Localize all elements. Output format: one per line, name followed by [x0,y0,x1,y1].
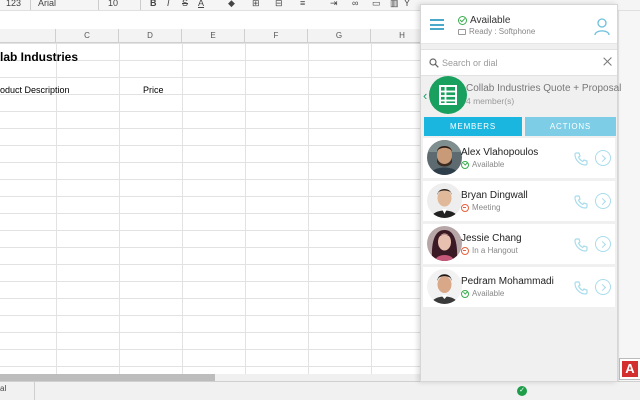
toolbar-divider [30,0,31,10]
chart-icon[interactable]: ▥ [390,0,399,9]
chevron-right-icon[interactable] [595,193,611,209]
borders-icon[interactable]: ⊞ [252,0,260,9]
column-header[interactable]: C [56,29,119,43]
toolbar-divider [98,0,99,10]
chevron-right-icon[interactable] [595,150,611,166]
available-check-icon [458,16,467,25]
search-icon [429,58,439,68]
avatar [427,226,462,261]
avatar [427,269,462,304]
price-header-cell[interactable]: Price [143,85,164,95]
dialer-header: Available Ready : Softphone [421,5,617,44]
busy-status-icon [461,246,469,255]
member-row[interactable]: Bryan Dingwall Meeting [423,181,615,221]
sync-status-icon: ✓ [517,386,527,396]
sheet-tab[interactable]: al [0,384,6,393]
filter-icon[interactable]: Y [404,0,410,8]
tab-actions[interactable]: ACTIONS [525,117,616,136]
member-name: Bryan Dingwall [461,190,528,201]
member-row[interactable]: Pedram Mohammadi Available [423,267,615,307]
sheet-bottom-bar [0,381,640,400]
sheet-tab-divider [34,381,35,400]
member-name: Alex Vlahopoulos [461,147,539,158]
comment-icon[interactable]: ▭ [372,0,381,9]
bold-icon[interactable]: B [150,0,157,8]
column-header-b[interactable] [0,29,56,43]
column-header[interactable]: G [308,29,371,43]
column-header[interactable]: F [245,29,308,43]
clear-search-icon[interactable] [603,57,612,66]
search-input[interactable] [442,55,592,71]
italic-icon[interactable]: I [167,0,170,8]
member-status: Available [472,160,505,169]
member-row[interactable]: Alex Vlahopoulos Available [423,138,615,178]
presence-status-label: Available [470,15,511,26]
member-name: Pedram Mohammadi [461,276,554,287]
member-status: Meeting [472,203,501,212]
column-header[interactable]: E [182,29,245,43]
strikethrough-icon[interactable]: S [182,0,188,8]
back-chevron-icon[interactable]: ‹ [423,88,433,104]
toolbar-divider [140,0,141,10]
wrap-icon[interactable]: ⇥ [330,0,338,9]
sheet-title-cell[interactable]: lab Industries [0,50,78,64]
busy-status-icon [461,203,469,212]
available-status-icon [461,289,469,298]
presence-status[interactable]: Available Ready : Softphone [458,15,535,36]
phone-call-icon[interactable] [573,151,589,167]
member-name: Jessie Chang [461,233,522,244]
horizontal-scroll-thumb[interactable] [0,374,215,381]
presence-substatus: Ready : Softphone [469,27,536,36]
chevron-right-icon[interactable] [595,236,611,252]
vertical-scrollbar[interactable] [618,11,640,381]
merge-icon[interactable]: ⊟ [275,0,283,9]
available-status-icon [461,160,469,169]
member-status: In a Hangout [472,246,518,255]
avatar [427,140,462,175]
search-bar [421,49,617,76]
user-profile-icon[interactable] [594,18,610,36]
member-row[interactable]: Jessie Chang In a Hangout [423,224,615,264]
column-header[interactable]: D [119,29,182,43]
fill-color-icon[interactable]: ◆ [228,0,235,9]
font-family-select[interactable]: Arial [38,0,56,8]
phone-call-icon[interactable] [573,237,589,253]
align-icon[interactable]: ≡ [300,0,305,8]
text-color-icon[interactable]: A [198,0,204,8]
spreadsheet-group-icon [429,76,467,114]
dialer-panel: Available Ready : Softphone Search or di… [420,4,621,382]
phone-call-icon[interactable] [573,194,589,210]
dialer-app-launcher-icon[interactable]: A [619,358,640,380]
chevron-right-icon[interactable] [595,279,611,295]
hamburger-menu-icon[interactable] [430,19,444,30]
number-format-button[interactable]: 123 [6,0,21,8]
member-status: Available [472,289,505,298]
description-header-cell[interactable]: oduct Description [0,85,70,95]
member-list: Alex Vlahopoulos Available Bryan Dingwal… [423,138,615,310]
softphone-icon [458,28,466,35]
group-name: Collab Industries Quote + Proposal [466,83,622,94]
group-member-count: 4 member(s) [466,96,515,106]
tab-members[interactable]: MEMBERS [424,117,522,136]
phone-call-icon[interactable] [573,280,589,296]
font-size-select[interactable]: 10 [108,0,118,8]
group-header: ‹ Collab Industries Quote + Proposal 4 m… [421,76,621,116]
link-icon[interactable]: ∞ [352,0,358,8]
avatar [427,183,462,218]
